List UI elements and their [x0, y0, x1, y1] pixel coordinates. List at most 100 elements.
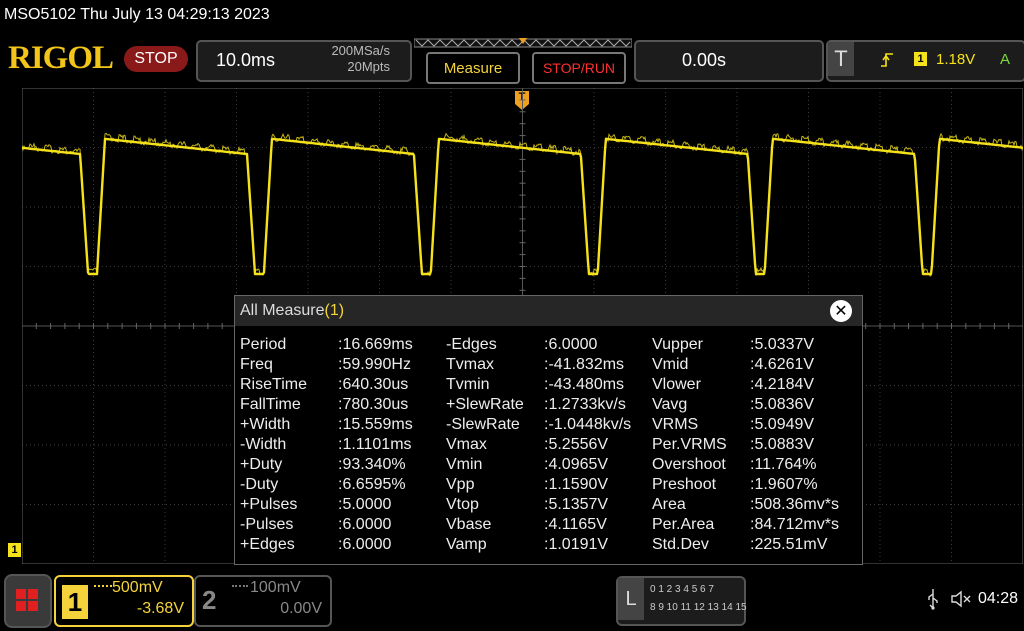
- measurement-name: Vbase: [446, 516, 492, 533]
- measurement-row: -SlewRate :-1.0448kv/s: [446, 416, 631, 436]
- measurement-value: :780.30us: [338, 396, 409, 413]
- logic-label: L: [618, 578, 644, 620]
- ch1-number: 1: [62, 585, 88, 619]
- trigger-label: T: [828, 42, 854, 76]
- measurement-row: +Duty :93.340%: [240, 456, 413, 476]
- measurement-row: FallTime :780.30us: [240, 396, 413, 416]
- measurement-value: :6.0000: [544, 336, 598, 353]
- measurement-name: -SlewRate: [446, 416, 520, 433]
- measurement-row: Tvmin :-43.480ms: [446, 376, 631, 396]
- measurement-value: :5.2556V: [544, 436, 609, 453]
- measurement-name: Vmin: [446, 456, 483, 473]
- measurement-name: +SlewRate: [446, 396, 524, 413]
- memory-depth: 20Mpts: [347, 59, 390, 74]
- measurement-row: Vamp:1.0191V: [446, 536, 631, 556]
- measurement-row: +Edges:6.0000: [240, 536, 413, 556]
- measurement-name: Vamp: [446, 536, 487, 553]
- measurement-name: Vpp: [446, 476, 475, 493]
- measurement-value: :4.6261V: [750, 356, 815, 373]
- measurement-value: :93.340%: [338, 456, 406, 473]
- dc-coupling-icon: [94, 585, 112, 592]
- speaker-muted-icon[interactable]: [950, 590, 972, 608]
- measurement-value: :1.1590V: [544, 476, 609, 493]
- measurement-value: :225.51mV: [750, 536, 828, 553]
- trigger-panel[interactable]: T 1 1.18V A: [826, 40, 1024, 82]
- ch2-scale: 100mV: [250, 579, 301, 596]
- logic-channels-row1: 0 1 2 3 4 5 6 7: [650, 584, 714, 595]
- ch2-panel[interactable]: 2 100mV 0.00V: [194, 575, 332, 627]
- delay-panel[interactable]: 0.00s: [634, 40, 824, 82]
- measurement-value: :-43.480ms: [544, 376, 625, 393]
- trigger-edge-icon: [881, 53, 893, 67]
- logic-panel[interactable]: L 0 1 2 3 4 5 6 7 8 9 10 11 12 13 14 15: [616, 576, 747, 626]
- measurement-value: :6.6595%: [338, 476, 406, 493]
- measurement-value: :5.1357V: [544, 496, 609, 513]
- measurement-name: Per.VRMS: [652, 436, 727, 453]
- measurement-value: :640.30us: [338, 376, 409, 393]
- close-icon[interactable]: ✕: [830, 300, 852, 322]
- run-state-button[interactable]: STOP: [124, 46, 188, 72]
- measurement-name: -Width: [240, 436, 287, 453]
- measurement-value: :6.0000: [338, 536, 392, 553]
- measurement-value: :5.0000: [338, 496, 392, 513]
- measurement-row: VRMS:5.0949V: [652, 416, 839, 436]
- measurement-name: +Duty: [240, 456, 283, 473]
- measurement-name: FallTime: [240, 396, 301, 413]
- measurement-row: Per.VRMS:5.0883V: [652, 436, 839, 456]
- measurement-name: Period: [240, 336, 287, 353]
- measurement-name: Vlower: [652, 376, 701, 393]
- measurement-row: Freq:59.990Hz: [240, 356, 413, 376]
- measurement-name: Vupper: [652, 336, 703, 353]
- measurement-name: Vtop: [446, 496, 479, 513]
- panel-title-channel: (1): [324, 302, 345, 319]
- measurement-value: :1.9607%: [750, 476, 818, 493]
- measurement-name: -Duty: [240, 476, 279, 493]
- horizontal-scale: 10.0ms: [216, 50, 276, 70]
- measurement-row: Vtop :5.1357V: [446, 496, 631, 516]
- measurement-value: :5.0337V: [750, 336, 815, 353]
- stop-run-button[interactable]: STOP/RUN: [532, 52, 626, 84]
- measurement-value: :16.669ms: [338, 336, 413, 353]
- ch1-panel[interactable]: 1 500mV -3.68V: [54, 575, 194, 627]
- ch1-ground-marker[interactable]: 1: [8, 543, 21, 557]
- measurement-name: Per.Area: [652, 516, 715, 533]
- measure-column-1: Period :16.669ms Freq:59.990Hz RiseTime:640…: [240, 336, 413, 556]
- measurement-value: :508.36mv*s: [750, 496, 839, 513]
- measurement-name: +Pulses: [240, 496, 298, 513]
- time-position-bar[interactable]: [414, 38, 632, 48]
- measurement-value: :-41.832ms: [544, 356, 625, 373]
- measurement-row: Std.Dev:225.51mV: [652, 536, 839, 556]
- menu-grid-icon[interactable]: [4, 574, 52, 628]
- measurement-name: Overshoot: [652, 456, 726, 473]
- measurement-row: Overshoot :11.764%: [652, 456, 839, 476]
- measurement-value: :4.2184V: [750, 376, 815, 393]
- measurement-name: Area: [652, 496, 686, 513]
- measurement-value: :5.0949V: [750, 416, 815, 433]
- measurement-value: :84.712mv*s: [750, 516, 839, 533]
- measurement-name: Tvmax: [446, 356, 494, 373]
- panel-title-bar[interactable]: All Measure(1) ✕: [235, 296, 862, 326]
- measurement-row: Vmid:4.6261V: [652, 356, 839, 376]
- measurement-name: Tvmin: [446, 376, 490, 393]
- measurement-value: :11.764%: [750, 456, 817, 473]
- measurement-row: +Width :15.559ms: [240, 416, 413, 436]
- measurement-row: Vlower :4.2184V: [652, 376, 839, 396]
- measurement-row: -Duty :6.6595%: [240, 476, 413, 496]
- measure-button[interactable]: Measure: [426, 52, 520, 84]
- measurement-value: :4.1165V: [544, 516, 607, 533]
- measurement-name: +Width: [240, 416, 291, 433]
- ch2-number: 2: [202, 585, 217, 615]
- measurement-row: RiseTime:640.30us: [240, 376, 413, 396]
- measurement-value: :59.990Hz: [338, 356, 411, 373]
- measurement-row: Preshoot:1.9607%: [652, 476, 839, 496]
- panel-title-text: All Measure: [240, 302, 325, 319]
- measurement-name: Vmax: [446, 436, 487, 453]
- measurement-row: Vbase :4.1165V: [446, 516, 631, 536]
- measurement-row: Vmax :5.2556V: [446, 436, 631, 456]
- measurement-value: :15.559ms: [338, 416, 413, 433]
- sample-rate: 200MSa/s: [331, 43, 390, 58]
- measurement-value: :-1.0448kv/s: [544, 416, 632, 433]
- brand-logo: RIGOL: [8, 40, 114, 76]
- measurement-row: Area :508.36mv*s: [652, 496, 839, 516]
- horizontal-panel[interactable]: 10.0ms 200MSa/s 20Mpts: [196, 40, 412, 82]
